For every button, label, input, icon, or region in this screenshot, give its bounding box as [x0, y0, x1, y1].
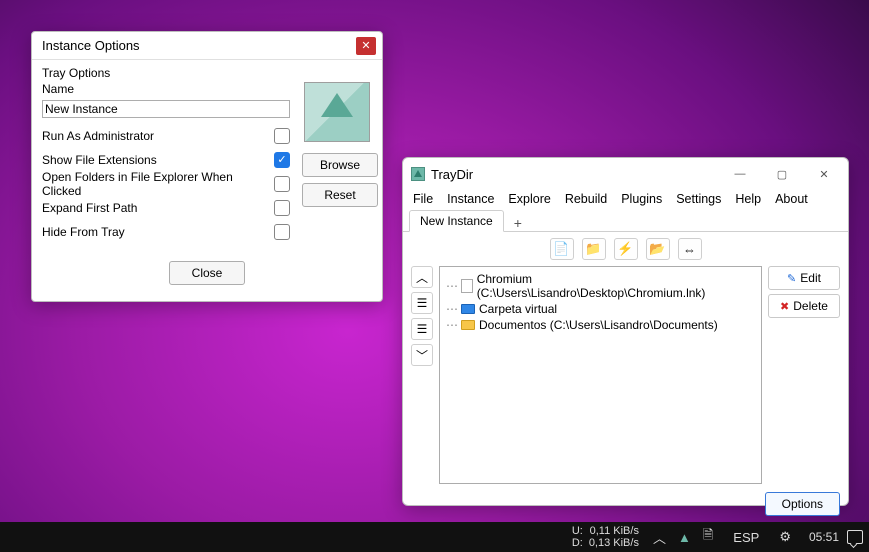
menu-file[interactable]: File	[413, 192, 433, 206]
folder-icon	[461, 304, 475, 314]
tray-page-icon[interactable]: 🗎	[703, 526, 713, 548]
name-input[interactable]	[42, 100, 290, 118]
tree-item[interactable]: ⋯ Chromium (C:\Users\Lisandro\Desktop\Ch…	[446, 271, 755, 301]
reset-button[interactable]: Reset	[302, 183, 378, 207]
dialog-title: Instance Options	[42, 38, 356, 53]
menu-about[interactable]: About	[775, 192, 808, 206]
maximize-icon[interactable]: ▢	[762, 161, 802, 187]
app-icon	[411, 167, 425, 181]
tree-item[interactable]: ⋯ Documentos (C:\Users\Lisandro\Document…	[446, 317, 755, 333]
tray-app-icon[interactable]: ▲	[678, 530, 691, 545]
checkbox[interactable]	[274, 128, 290, 144]
menu-plugins[interactable]: Plugins	[621, 192, 662, 206]
menu-explore[interactable]: Explore	[508, 192, 550, 206]
close-icon[interactable]: ✕	[804, 161, 844, 187]
toolbar-folder-flash-icon[interactable]: ⚡	[614, 238, 638, 260]
tray-settings-icon[interactable]: ⚙	[779, 529, 791, 545]
tray-language[interactable]: ESP	[733, 530, 759, 545]
folder-icon	[461, 320, 475, 330]
menu-bar: File Instance Explore Rebuild Plugins Se…	[403, 190, 848, 210]
x-icon: ✖	[780, 300, 789, 313]
delete-button[interactable]: ✖ Delete	[768, 294, 840, 318]
checkbox[interactable]	[274, 152, 290, 168]
taskbar: U: D: 0,11 KiB/s 0,13 KiB/s ︿ ▲ 🗎 ESP ⚙ …	[0, 522, 869, 552]
checkbox[interactable]	[274, 176, 290, 192]
check-expand-first-path[interactable]: Expand First Path	[42, 196, 290, 220]
instance-options-dialog: Instance Options ✕ Tray Options Name Run…	[31, 31, 383, 302]
browse-button[interactable]: Browse	[302, 153, 378, 177]
section-label: Tray Options	[42, 66, 372, 80]
menu-settings[interactable]: Settings	[676, 192, 721, 206]
net-up-value: 0,11 KiB/s	[590, 525, 639, 537]
check-hide-from-tray[interactable]: Hide From Tray	[42, 220, 290, 244]
tab-add-icon[interactable]: +	[508, 215, 528, 231]
name-label: Name	[42, 82, 290, 96]
toolbar-folder-add-icon[interactable]: 📁	[582, 238, 606, 260]
move-up-icon[interactable]: ︿	[411, 266, 433, 288]
check-run-as-admin[interactable]: Run As Administrator	[42, 124, 290, 148]
checkbox[interactable]	[274, 224, 290, 240]
close-button[interactable]: Close	[169, 261, 245, 285]
pencil-icon: ✎	[787, 272, 796, 285]
titlebar[interactable]: TrayDir — ▢ ✕	[403, 158, 848, 190]
tab-new-instance[interactable]: New Instance	[409, 210, 504, 232]
check-open-folders-in-explorer[interactable]: Open Folders in File Explorer When Click…	[42, 172, 290, 196]
close-icon[interactable]: ✕	[356, 37, 376, 55]
checkbox[interactable]	[274, 200, 290, 216]
tab-bar: New Instance +	[403, 210, 848, 232]
clock[interactable]: 05:51	[809, 530, 839, 544]
menu-rebuild[interactable]: Rebuild	[565, 192, 607, 206]
toolbar-folder-blue-icon[interactable]: 📂	[646, 238, 670, 260]
options-button[interactable]: Options	[765, 492, 840, 516]
toolbar-new-item-icon[interactable]: 📄	[550, 238, 574, 260]
tree-item[interactable]: ⋯ Carpeta virtual	[446, 301, 755, 317]
menu-instance[interactable]: Instance	[447, 192, 494, 206]
edit-button[interactable]: ✎ Edit	[768, 266, 840, 290]
indent-icon[interactable]: ☰	[411, 292, 433, 314]
indent-more-icon[interactable]: ☰	[411, 318, 433, 340]
file-icon	[461, 279, 473, 293]
check-show-file-extensions[interactable]: Show File Extensions	[42, 148, 290, 172]
left-tool-column: ︿ ☰ ☰ ﹀	[411, 266, 433, 484]
preview-thumbnail	[304, 82, 370, 142]
net-down-value: 0,13 KiB/s	[589, 537, 639, 549]
traydir-main-window: TrayDir — ▢ ✕ File Instance Explore Rebu…	[402, 157, 849, 506]
network-monitor: U: D: 0,11 KiB/s 0,13 KiB/s	[572, 525, 639, 549]
titlebar[interactable]: Instance Options ✕	[32, 32, 382, 60]
minimize-icon[interactable]: —	[720, 161, 760, 187]
window-title: TrayDir	[431, 167, 720, 182]
tray-chevron-up-icon[interactable]: ︿	[653, 528, 666, 547]
system-tray: ︿ ▲ 🗎 ESP ⚙	[653, 526, 791, 548]
move-down-icon[interactable]: ﹀	[411, 344, 433, 366]
toolbar: 📄 📁 ⚡ 📂 ⇔	[403, 232, 848, 264]
entry-tree[interactable]: ⋯ Chromium (C:\Users\Lisandro\Desktop\Ch…	[439, 266, 762, 484]
notifications-icon[interactable]	[847, 530, 863, 544]
menu-help[interactable]: Help	[735, 192, 761, 206]
toolbar-align-icon[interactable]: ⇔	[678, 238, 702, 260]
